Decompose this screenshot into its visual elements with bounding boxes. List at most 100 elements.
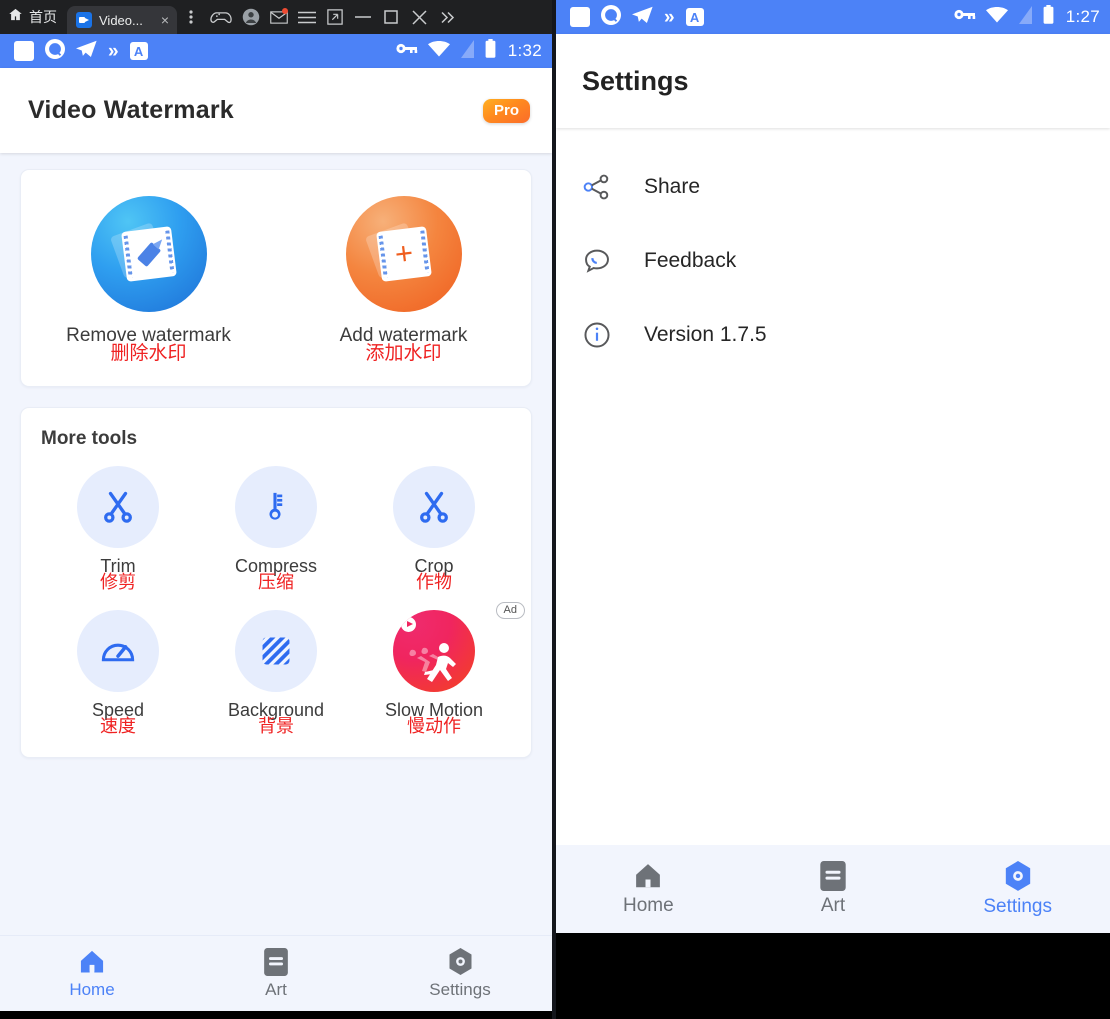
tab-menu-dots-icon[interactable] [177,0,205,34]
tools-grid: Trim 修剪 Compress 压缩 Crop 作物 Speed 速度 Bac… [39,465,525,736]
film-frame-shape [120,226,177,282]
tool-speed-label-cn: 速度 [100,715,136,736]
sidebar-item-home[interactable]: Home [556,861,741,917]
home-icon [8,7,23,27]
settings-row-share[interactable]: Share [556,150,1110,224]
bottom-navigation-left: Home Art Settings [0,935,552,1011]
bottom-navigation-right: Home Art Settings [556,845,1110,933]
film-frame-shape: + [375,226,432,282]
status-icons-right: 1:32 [396,39,542,63]
tool-slow-motion-label-cn: 慢动作 [407,715,461,736]
sim-off-icon [1018,5,1033,29]
right-device-pane: » A 1:27 Settings Share Feedback Version… [556,0,1110,1019]
browser-tab[interactable]: Video... × [67,6,177,34]
double-chevron-icon: » [664,6,675,28]
settings-row-feedback[interactable]: Feedback [556,224,1110,298]
maximize-icon[interactable] [377,0,405,34]
share-icon [582,172,626,202]
telegram-icon [76,40,97,63]
sidebar-item-home-label: Home [622,895,674,916]
play-badge-icon [401,616,416,632]
sidebar-item-settings[interactable]: Settings [368,947,552,1000]
q-app-icon [601,4,621,30]
sidebar-item-home-label: Home [69,979,115,999]
remove-watermark-button[interactable]: Remove watermark 删除水印 [21,196,276,364]
sidebar-item-settings-label: Settings [429,979,491,999]
vpn-key-icon [396,42,418,60]
remove-watermark-icon [90,196,207,312]
tool-background[interactable]: Background 背景 [197,609,355,736]
wifi-icon [427,40,450,62]
tool-compress[interactable]: Compress 压缩 [197,465,355,592]
status-clock: 1:32 [507,41,542,60]
sidebar-item-home[interactable]: Home [0,948,184,1000]
account-avatar-icon[interactable] [237,0,265,34]
android-status-bar-left: » A 1:32 [0,34,552,68]
hamburger-menu-icon[interactable] [293,0,321,34]
left-bottom-black-bar [0,1011,552,1019]
tool-compress-label-cn: 压缩 [258,571,294,592]
sim-off-icon [460,39,475,63]
running-person-ad-icon [393,609,475,692]
add-watermark-button[interactable]: + Add watermark 添加水印 [276,196,531,364]
video-app-favicon [76,12,92,28]
close-icon[interactable]: × [157,12,169,28]
sidebar-item-art-label: Art [820,895,846,916]
home-scroll-area: Remove watermark 删除水印 + Add watermark 添加… [0,153,552,759]
wifi-icon [985,6,1008,28]
settings-app-bar: Settings [556,34,1110,128]
sidebar-item-settings-label: Settings [983,895,1052,917]
translate-a-icon: A [129,42,148,60]
settings-row-version[interactable]: Version 1.7.5 [556,298,1110,372]
browser-home-button[interactable]: 首页 [0,0,67,34]
hatched-square-icon [235,609,317,692]
left-device-pane: 首页 Video... × » A 1:32 Video Watermark P… [0,0,552,1019]
plus-glyph: + [392,234,415,272]
ad-label: Ad [495,601,525,619]
settings-row-feedback-label: Feedback [644,249,737,272]
eraser-glyph [136,241,161,267]
sidebar-item-settings[interactable]: Settings [925,860,1110,918]
sidebar-item-art[interactable]: Art [741,861,926,917]
tool-background-label-cn: 背景 [258,715,294,736]
sidebar-item-art-label: Art [265,979,287,999]
battery-icon [485,39,496,63]
browser-home-label: 首页 [29,9,57,25]
scissors-icon [77,465,159,548]
android-status-bar-right: » A 1:27 [556,0,1110,34]
mail-icon[interactable] [265,0,293,34]
tool-speed[interactable]: Speed 速度 [39,609,197,736]
sidebar-item-art[interactable]: Art [184,947,368,1000]
translate-a-icon: A [685,8,704,26]
art-icon [820,861,846,891]
tool-trim[interactable]: Trim 修剪 [39,465,197,592]
status-clock: 1:27 [1065,7,1100,26]
page-title: Video Watermark [28,96,234,124]
remove-watermark-label-cn: 删除水印 [110,342,187,364]
close-icon[interactable] [405,0,433,34]
home-icon [77,948,107,976]
status-icons-right: 1:27 [954,5,1100,29]
right-bottom-black-bar [556,933,1110,1019]
mail-badge-dot [282,8,288,14]
browser-tab-title: Video... [99,12,143,28]
white-square-icon [570,7,590,27]
gamepad-icon[interactable] [205,0,237,34]
telegram-icon [632,6,653,29]
screenshot-root: 首页 Video... × » A 1:32 Video Watermark P… [0,0,1110,1019]
vpn-key-icon [954,8,976,26]
tool-crop[interactable]: Crop 作物 [355,465,513,592]
double-chevron-icon: » [108,40,119,62]
minimize-icon[interactable] [349,0,377,34]
overflow-chevrons-icon[interactable] [433,0,461,34]
tool-slow-motion[interactable]: Ad Slow Motion 慢动作 [355,601,525,736]
battery-icon [1043,5,1054,29]
settings-list: Share Feedback Version 1.7.5 [556,128,1110,372]
page-title: Settings [582,65,689,96]
compress-icon [235,465,317,548]
tool-crop-label-cn: 作物 [416,571,452,592]
gear-hex-icon [1003,860,1033,892]
pro-badge[interactable]: Pro [482,98,530,123]
more-tools-title: More tools [41,427,138,449]
popout-window-icon[interactable] [321,0,349,34]
